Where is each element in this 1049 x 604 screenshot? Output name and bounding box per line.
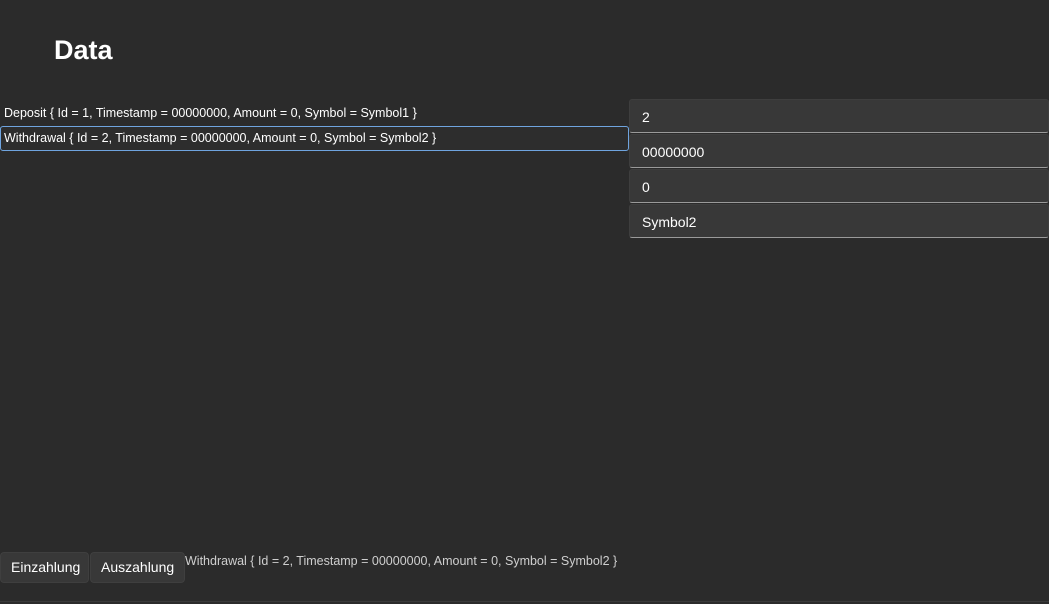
deposit-button[interactable]: Einzahlung [0, 552, 89, 583]
record-list[interactable]: Deposit { Id = 1, Timestamp = 00000000, … [0, 100, 629, 152]
bottom-divider [0, 601, 1049, 602]
list-item-withdrawal[interactable]: Withdrawal { Id = 2, Timestamp = 0000000… [0, 126, 629, 151]
withdraw-button[interactable]: Auszahlung [90, 552, 185, 583]
detail-panel: 2 00000000 0 Symbol2 [629, 99, 1049, 239]
id-field[interactable]: 2 [629, 99, 1049, 133]
list-item-deposit[interactable]: Deposit { Id = 1, Timestamp = 00000000, … [0, 100, 629, 125]
page-title: Data [54, 35, 113, 65]
timestamp-field[interactable]: 00000000 [629, 134, 1049, 168]
amount-field[interactable]: 0 [629, 169, 1049, 203]
main-window: Data Deposit { Id = 1, Timestamp = 00000… [0, 0, 1049, 604]
status-text: Withdrawal { Id = 2, Timestamp = 0000000… [185, 554, 618, 568]
bottom-bar: Einzahlung Auszahlung Withdrawal { Id = … [0, 552, 1049, 583]
symbol-field[interactable]: Symbol2 [629, 204, 1049, 238]
